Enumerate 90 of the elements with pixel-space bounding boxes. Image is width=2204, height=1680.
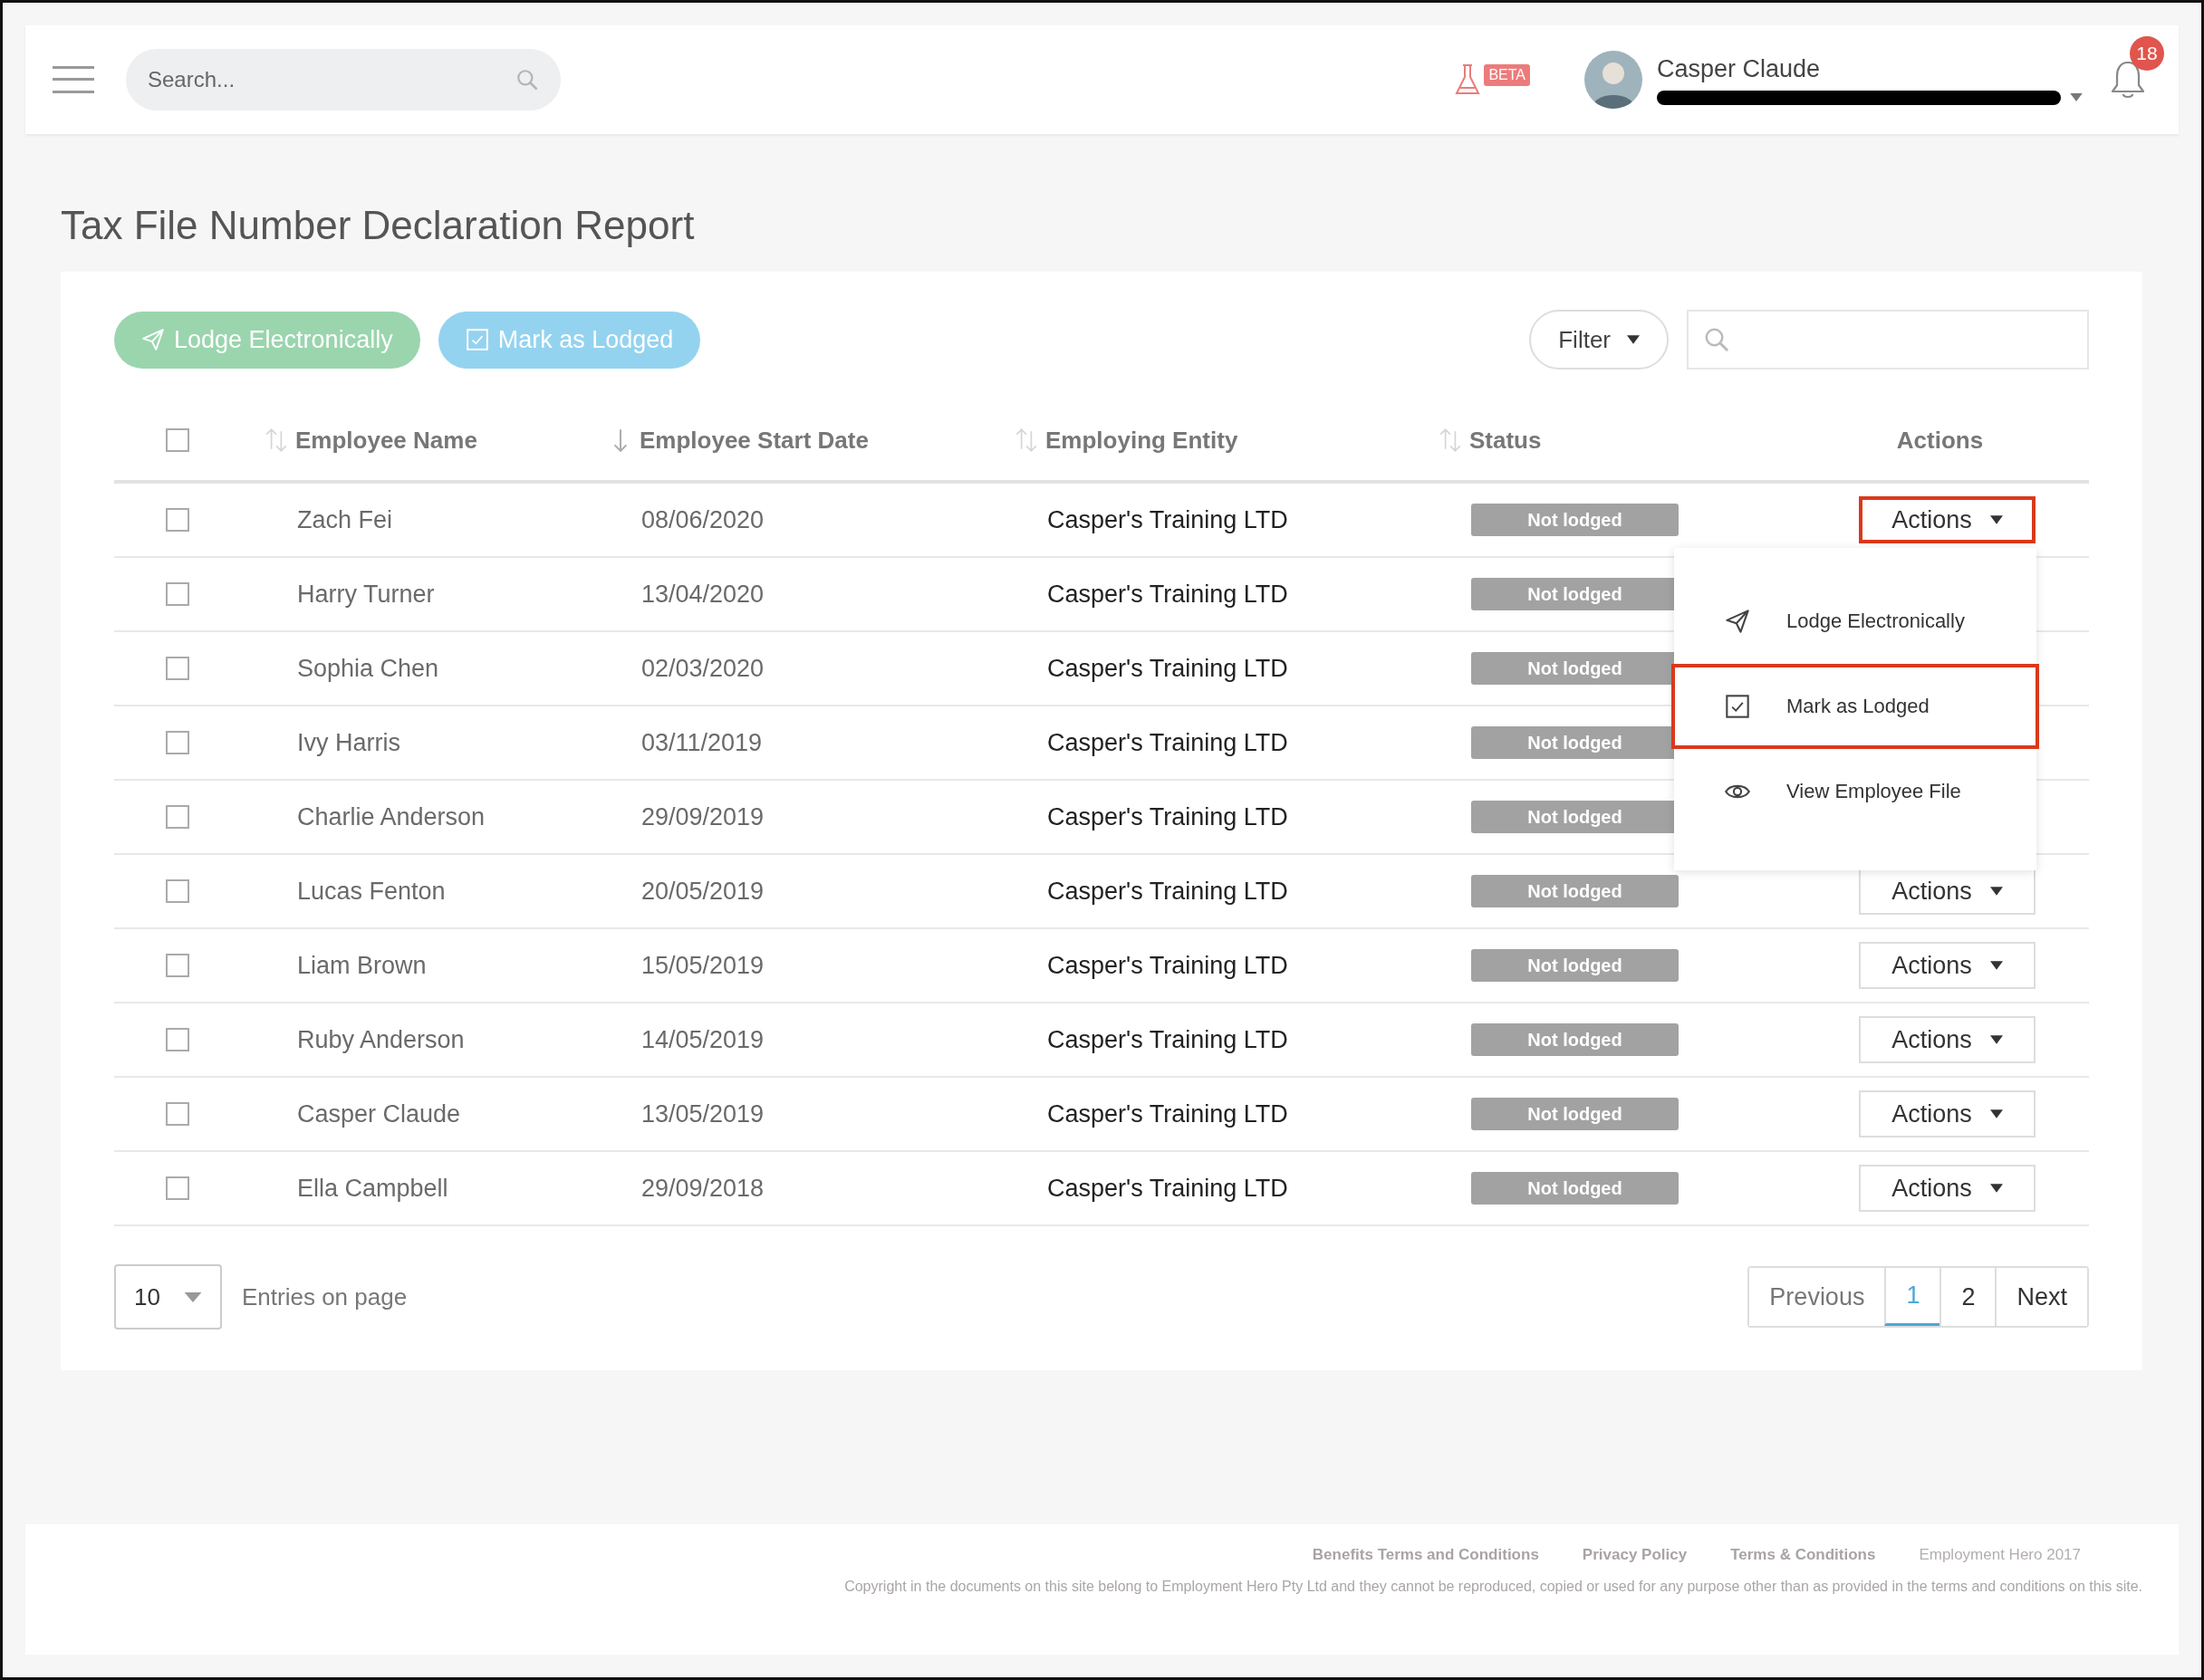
- caret-icon[interactable]: [1989, 515, 2003, 524]
- footer-brand: Employment Hero 2017: [1919, 1546, 2081, 1564]
- status-badge: Not lodged: [1471, 1098, 1679, 1130]
- actions-button[interactable]: Actions: [1859, 496, 2036, 543]
- caret-icon[interactable]: [1989, 1035, 2003, 1044]
- employee-name: Liam Brown: [297, 951, 427, 980]
- column-header[interactable]: Status: [1469, 426, 1542, 455]
- checkbox-icon: [1725, 694, 1750, 719]
- checkbox[interactable]: [166, 1176, 189, 1200]
- checkbox[interactable]: [166, 657, 189, 680]
- employee-name: Ruby Anderson: [297, 1025, 465, 1054]
- caret-icon[interactable]: [1989, 887, 2003, 896]
- sort-arrows-icon[interactable]: [1439, 427, 1462, 453]
- start-date: 29/09/2018: [641, 1174, 765, 1203]
- bell-icon[interactable]: [2110, 60, 2146, 100]
- menu-icon[interactable]: [53, 66, 94, 93]
- notification-badge: 18: [2130, 36, 2164, 71]
- search-icon[interactable]: [515, 68, 539, 91]
- column-header[interactable]: Employee Name: [295, 426, 477, 455]
- copyright-text: Copyright in the documents on this site belong to Employment Hero Pty Ltd and they cannot be reproduced, copied or used for any purpose other than as provided in the terms and conditions on this site.: [844, 1579, 2142, 1595]
- employing-entity: Casper's Training LTD: [1047, 1025, 1288, 1054]
- checkbox[interactable]: [166, 731, 189, 754]
- status-badge: Not lodged: [1471, 1172, 1679, 1205]
- employee-name: Sophia Chen: [297, 654, 439, 683]
- employee-name: Harry Turner: [297, 580, 435, 609]
- start-date: 13/05/2019: [641, 1099, 765, 1128]
- employing-entity: Casper's Training LTD: [1047, 654, 1288, 683]
- checkbox[interactable]: [166, 879, 189, 903]
- employing-entity: Casper's Training LTD: [1047, 580, 1288, 609]
- checkbox[interactable]: [166, 582, 189, 606]
- checkbox[interactable]: [166, 954, 189, 977]
- employing-entity: Casper's Training LTD: [1047, 951, 1288, 980]
- start-date: 13/04/2020: [641, 580, 765, 609]
- actions-button[interactable]: Actions: [1859, 868, 2036, 915]
- start-date: 20/05/2019: [641, 877, 765, 906]
- start-date: 03/11/2019: [641, 728, 763, 757]
- sort-arrows-icon[interactable]: [265, 427, 288, 453]
- employee-name: Ella Campbell: [297, 1174, 448, 1203]
- checkbox[interactable]: [166, 1102, 189, 1126]
- checkbox[interactable]: [166, 1028, 189, 1051]
- actions-button[interactable]: Actions: [1859, 1090, 2036, 1138]
- checkbox[interactable]: [166, 805, 189, 829]
- column-header[interactable]: Employing Entity: [1045, 426, 1238, 455]
- flask-icon[interactable]: [1455, 62, 1481, 97]
- status-badge: Not lodged: [1471, 949, 1679, 982]
- status-badge: Not lodged: [1471, 504, 1679, 536]
- caret-icon[interactable]: [1989, 1109, 2003, 1118]
- employee-name: Lucas Fenton: [297, 877, 446, 906]
- start-date: 02/03/2020: [641, 654, 765, 683]
- page-title: Tax File Number Declaration Report: [61, 202, 696, 249]
- page-size-select[interactable]: 10: [114, 1264, 222, 1330]
- actions-button[interactable]: Actions: [1859, 1016, 2036, 1063]
- actions-button[interactable]: Actions: [1859, 942, 2036, 989]
- checkbox-icon: [465, 328, 489, 351]
- paper-plane-icon: [1725, 609, 1750, 634]
- checkbox[interactable]: [166, 428, 189, 452]
- checkbox[interactable]: [166, 508, 189, 532]
- status-badge: Not lodged: [1471, 1023, 1679, 1056]
- filter-button[interactable]: Filter: [1529, 310, 1669, 370]
- caret-icon[interactable]: [1989, 1184, 2003, 1193]
- column-header[interactable]: Actions: [1896, 426, 1984, 455]
- employing-entity: Casper's Training LTD: [1047, 505, 1288, 534]
- employing-entity: Casper's Training LTD: [1047, 728, 1288, 757]
- employing-entity: Casper's Training LTD: [1047, 877, 1288, 906]
- employing-entity: Casper's Training LTD: [1047, 802, 1288, 831]
- sort-arrows-icon[interactable]: [1015, 427, 1038, 453]
- page-button[interactable]: Next: [1995, 1268, 2087, 1326]
- start-date: 15/05/2019: [641, 951, 765, 980]
- menu-item[interactable]: Mark as Lodged: [1671, 664, 2039, 749]
- search-field[interactable]: Search...: [126, 49, 561, 110]
- beta-badge: BETA: [1484, 64, 1530, 86]
- actions-button[interactable]: Actions: [1859, 1165, 2036, 1212]
- page-size-label: Entries on page: [242, 1282, 408, 1311]
- start-date: 14/05/2019: [641, 1025, 765, 1054]
- employee-name: Zach Fei: [297, 505, 393, 534]
- status-badge: Not lodged: [1471, 875, 1679, 907]
- employing-entity: Casper's Training LTD: [1047, 1099, 1288, 1128]
- column-header[interactable]: Employee Start Date: [640, 426, 869, 455]
- paper-plane-icon: [141, 328, 165, 351]
- start-date: 08/06/2020: [641, 505, 765, 534]
- search-field[interactable]: [1687, 310, 2089, 370]
- employee-name: Casper Claude: [297, 1099, 461, 1128]
- employee-name: Charlie Anderson: [297, 802, 486, 831]
- employing-entity: Casper's Training LTD: [1047, 1174, 1288, 1203]
- caret-icon[interactable]: [1627, 335, 1640, 344]
- user-name[interactable]: Casper Claude: [1657, 54, 2083, 83]
- search-icon: [1703, 326, 1730, 353]
- start-date: 29/09/2019: [641, 802, 765, 831]
- employee-name: Ivy Harris: [297, 728, 400, 757]
- caret-icon[interactable]: [1989, 961, 2003, 970]
